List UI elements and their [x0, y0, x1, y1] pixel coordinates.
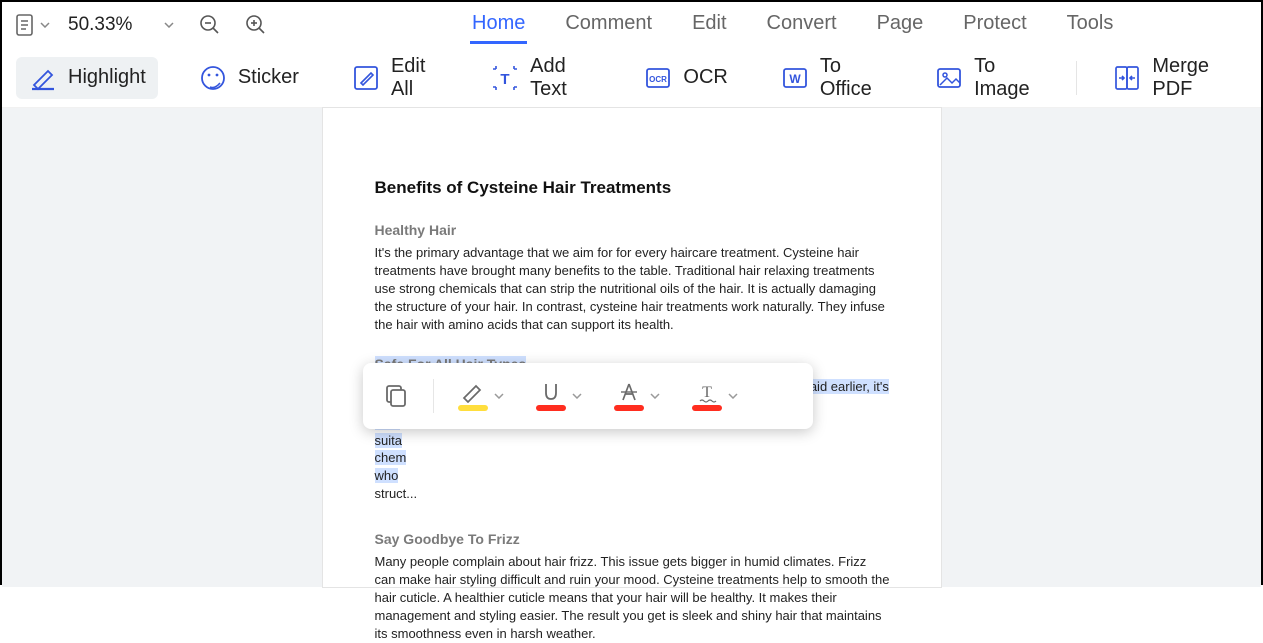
ft-separator [433, 379, 434, 413]
svg-text:OCR: OCR [650, 75, 668, 84]
doc-dropdown-icon[interactable] [40, 22, 50, 28]
section-body-3: Many people complain about hair frizz. T… [375, 553, 891, 643]
zoom-value[interactable]: 50.33% [68, 14, 146, 36]
menubar: 50.33% Home Comment Edit Convert Page Pr… [2, 2, 1261, 48]
add-text-icon: T [490, 63, 520, 93]
edit-all-button[interactable]: Edit All [339, 49, 450, 107]
tab-edit[interactable]: Edit [690, 6, 728, 44]
zoom-dropdown-icon[interactable] [164, 22, 178, 28]
to-image-button[interactable]: To Image [922, 49, 1051, 107]
to-office-button[interactable]: W To Office [768, 49, 894, 107]
copy-button[interactable] [377, 380, 413, 412]
highlight-color-swatch [458, 405, 488, 411]
page-title: Benefits of Cysteine Hair Treatments [375, 178, 891, 198]
sticker-icon [198, 63, 228, 93]
tab-page[interactable]: Page [875, 6, 926, 44]
ocr-icon: OCR [643, 63, 673, 93]
ft-underline-group [532, 379, 582, 413]
underline-color-swatch [536, 405, 566, 411]
ft-underline-dropdown[interactable] [572, 393, 582, 399]
section-heading-1: Healthy Hair [375, 222, 891, 238]
document-viewport[interactable]: Benefits of Cysteine Hair Treatments Hea… [2, 108, 1261, 587]
to-image-label: To Image [974, 55, 1039, 101]
zoom-group: 50.33% [68, 11, 270, 39]
tab-comment[interactable]: Comment [563, 6, 654, 44]
section-heading-3: Say Goodbye To Frizz [375, 531, 891, 547]
toolbar-separator [1076, 61, 1077, 95]
sticker-button[interactable]: Sticker [186, 57, 311, 99]
svg-text:T: T [702, 384, 712, 401]
ft-squiggly-button[interactable]: T [688, 379, 726, 413]
edit-all-label: Edit All [391, 55, 438, 101]
strike-color-swatch [614, 405, 644, 411]
tab-home[interactable]: Home [470, 6, 527, 44]
sticker-label: Sticker [238, 66, 299, 89]
document-icon[interactable] [14, 13, 36, 37]
ocr-button[interactable]: OCR OCR [631, 57, 739, 99]
ft-underline-button[interactable] [532, 379, 570, 413]
zoom-in-button[interactable] [242, 11, 270, 39]
pdf-page[interactable]: Benefits of Cysteine Hair Treatments Hea… [323, 108, 941, 587]
svg-text:T: T [501, 71, 510, 88]
highlight-icon [28, 63, 58, 93]
tab-protect[interactable]: Protect [961, 6, 1028, 44]
tab-tools[interactable]: Tools [1065, 6, 1116, 44]
ocr-label: OCR [683, 66, 727, 89]
ft-squiggly-dropdown[interactable] [728, 393, 738, 399]
section-body-1: It's the primary advantage that we aim f… [375, 244, 891, 334]
add-text-label: Add Text [530, 55, 591, 101]
ft-strike-button[interactable] [610, 379, 648, 413]
merge-pdf-button[interactable]: Merge PDF [1100, 49, 1247, 107]
ft-squiggly-group: T [688, 379, 738, 413]
main-tabs: Home Comment Edit Convert Page Protect T… [470, 6, 1115, 44]
highlight-button[interactable]: Highlight [16, 57, 158, 99]
squiggly-color-swatch [692, 405, 722, 411]
ft-highlight-dropdown[interactable] [494, 393, 504, 399]
to-office-label: To Office [820, 55, 882, 101]
ft-strike-group [610, 379, 660, 413]
edit-all-icon [351, 63, 381, 93]
add-text-button[interactable]: T Add Text [478, 49, 603, 107]
selection-toolbar: T [363, 363, 813, 429]
to-image-icon [934, 63, 964, 93]
highlight-label: Highlight [68, 66, 146, 89]
merge-pdf-label: Merge PDF [1152, 55, 1235, 101]
zoom-out-button[interactable] [196, 11, 224, 39]
ft-highlight-group [454, 379, 504, 413]
svg-text:W: W [789, 72, 801, 86]
merge-pdf-icon [1112, 63, 1142, 93]
to-office-icon: W [780, 63, 810, 93]
ft-strike-dropdown[interactable] [650, 393, 660, 399]
tab-convert[interactable]: Convert [765, 6, 839, 44]
ribbon-toolbar: Highlight Sticker Edit All T Add Text OC… [2, 48, 1261, 108]
ft-highlight-button[interactable] [454, 379, 492, 413]
